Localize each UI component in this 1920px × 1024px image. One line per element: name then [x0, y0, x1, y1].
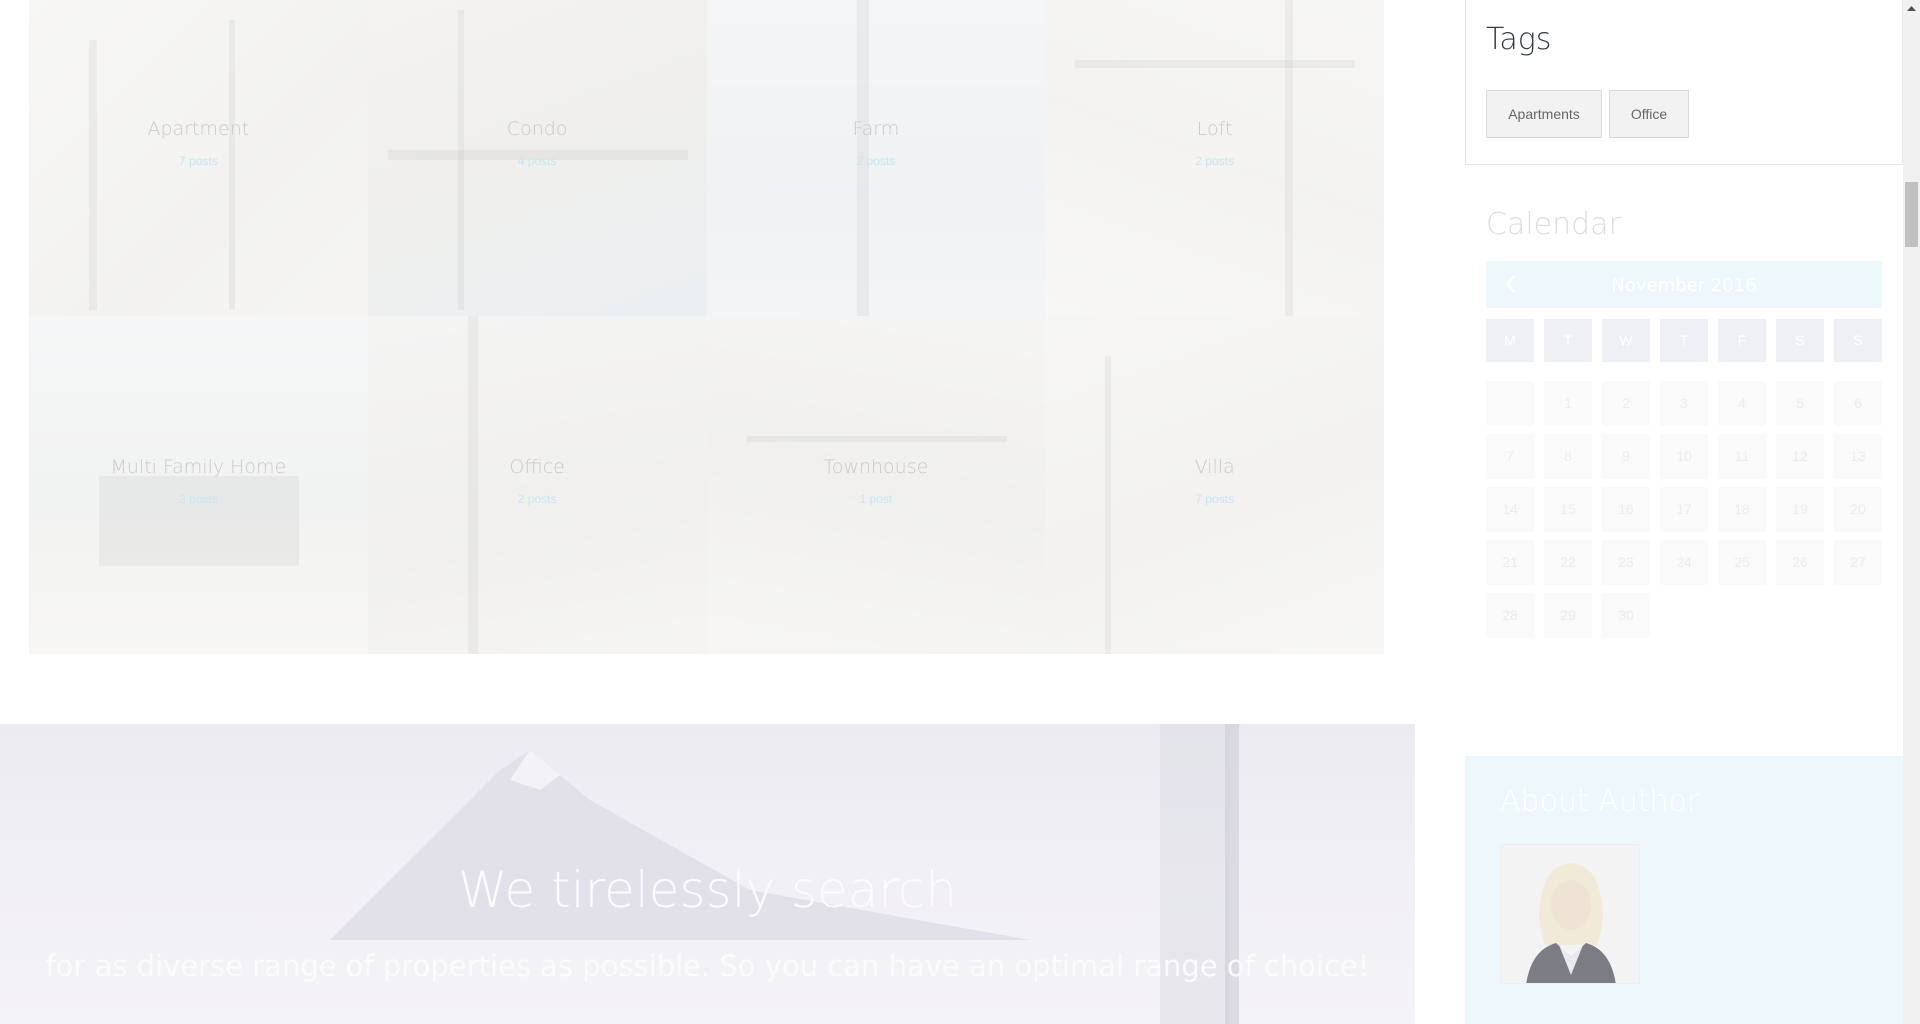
calendar-date[interactable]: 12	[1776, 434, 1824, 479]
category-name: Villa	[1194, 456, 1235, 478]
calendar-date[interactable]: 21	[1486, 540, 1534, 585]
calendar-weekday: T	[1660, 319, 1708, 362]
calendar-month: November 2016	[1611, 275, 1757, 296]
calendar-weekday: S	[1776, 319, 1824, 362]
calendar-date[interactable]: 11	[1718, 434, 1766, 479]
tags-widget: Tags Apartments Office	[1465, 0, 1903, 165]
category-tile-condo[interactable]: Condo 4 posts	[367, 0, 707, 316]
calendar-date[interactable]: 22	[1544, 540, 1592, 585]
category-text: Condo 4 posts	[368, 118, 707, 168]
category-tile-multi-family-home[interactable]: Multi Family Home 2 posts	[29, 316, 368, 654]
category-text: Villa 7 posts	[1045, 456, 1384, 506]
category-count[interactable]: 2 posts	[1045, 154, 1384, 168]
calendar-empty-cell	[1486, 381, 1534, 426]
calendar-date[interactable]: 2	[1602, 381, 1650, 426]
calendar-date[interactable]: 9	[1602, 434, 1650, 479]
category-tile-loft[interactable]: Loft 2 posts	[1045, 0, 1384, 316]
calendar-date[interactable]: 16	[1602, 487, 1650, 532]
calendar-date[interactable]: 24	[1660, 540, 1708, 585]
calendar-date[interactable]: 7	[1486, 434, 1534, 479]
calendar-weekday: W	[1602, 319, 1650, 362]
vertical-scrollbar[interactable]	[1903, 0, 1920, 1024]
category-text: Multi Family Home 2 posts	[29, 456, 368, 506]
category-text: Townhouse 1 post	[707, 456, 1046, 506]
scrollbar-thumb[interactable]	[1905, 182, 1918, 247]
category-text: Office 2 posts	[368, 456, 707, 506]
calendar-date[interactable]: 18	[1718, 487, 1766, 532]
category-tile-office[interactable]: Office 2 posts	[367, 316, 707, 654]
calendar-date[interactable]: 23	[1602, 540, 1650, 585]
about-author-widget: About Author	[1465, 756, 1903, 1024]
calendar-weekday: M	[1486, 319, 1534, 362]
banner-title: We tirelessly search	[457, 861, 958, 919]
calendar-date[interactable]: 4	[1718, 381, 1766, 426]
tags-title: Tags	[1486, 22, 1552, 57]
calendar-date[interactable]: 26	[1776, 540, 1824, 585]
calendar-date[interactable]: 8	[1544, 434, 1592, 479]
calendar-weekday: T	[1544, 319, 1592, 362]
calendar-date[interactable]: 15	[1544, 487, 1592, 532]
calendar-date[interactable]: 27	[1834, 540, 1882, 585]
calendar-date[interactable]: 29	[1544, 593, 1592, 638]
calendar-date[interactable]: 10	[1660, 434, 1708, 479]
calendar-date[interactable]: 1	[1544, 381, 1592, 426]
banner-subtitle: for as diverse range of properties as po…	[45, 949, 1370, 983]
category-count[interactable]: 7 posts	[29, 154, 368, 168]
scroll-up-arrow-icon[interactable]	[1903, 0, 1920, 17]
calendar-date[interactable]: 13	[1834, 434, 1882, 479]
about-author-title: About Author	[1500, 784, 1700, 819]
category-name: Apartment	[147, 118, 250, 140]
category-tile-villa[interactable]: Villa 7 posts	[1045, 316, 1384, 654]
author-avatar	[1500, 844, 1640, 984]
tag-office[interactable]: Office	[1609, 90, 1689, 138]
category-tile-farm[interactable]: Farm 2 posts	[706, 0, 1046, 316]
calendar-date[interactable]: 5	[1776, 381, 1824, 426]
category-text: Apartment 7 posts	[29, 118, 368, 168]
calendar-weekday: S	[1834, 319, 1882, 362]
category-name: Multi Family Home	[110, 456, 287, 478]
category-text: Loft 2 posts	[1045, 118, 1384, 168]
calendar-title: Calendar	[1486, 207, 1621, 242]
calendar-date[interactable]: 25	[1718, 540, 1766, 585]
calendar-date[interactable]: 14	[1486, 487, 1534, 532]
calendar-date[interactable]: 28	[1486, 593, 1534, 638]
category-count[interactable]: 2 posts	[29, 492, 368, 506]
category-name: Loft	[1196, 118, 1233, 140]
calendar-date[interactable]: 20	[1834, 487, 1882, 532]
calendar-weekday: F	[1718, 319, 1766, 362]
category-grid: Apartment 7 posts Condo 4 posts Farm 2 p…	[29, 0, 1384, 654]
category-tile-townhouse[interactable]: Townhouse 1 post	[706, 316, 1046, 654]
promo-banner: We tirelessly search for as diverse rang…	[0, 724, 1415, 1024]
category-tile-apartment[interactable]: Apartment 7 posts	[29, 0, 368, 316]
tag-apartments[interactable]: Apartments	[1486, 90, 1602, 138]
category-name: Farm	[852, 118, 900, 140]
category-name: Office	[509, 456, 565, 478]
category-text: Farm 2 posts	[707, 118, 1046, 168]
category-count[interactable]: 4 posts	[368, 154, 707, 168]
calendar-date[interactable]: 17	[1660, 487, 1708, 532]
calendar-header: November 2016	[1486, 261, 1882, 308]
category-name: Townhouse	[823, 456, 929, 478]
calendar-date[interactable]: 6	[1834, 381, 1882, 426]
calendar-date[interactable]: 19	[1776, 487, 1824, 532]
category-count[interactable]: 2 posts	[707, 154, 1046, 168]
calendar-date[interactable]: 3	[1660, 381, 1708, 426]
page: Apartment 7 posts Condo 4 posts Farm 2 p…	[0, 0, 1920, 1024]
calendar-date[interactable]: 30	[1602, 593, 1650, 638]
category-count[interactable]: 7 posts	[1045, 492, 1384, 506]
category-name: Condo	[506, 118, 568, 140]
category-count[interactable]: 2 posts	[368, 492, 707, 506]
category-count[interactable]: 1 post	[707, 492, 1046, 506]
